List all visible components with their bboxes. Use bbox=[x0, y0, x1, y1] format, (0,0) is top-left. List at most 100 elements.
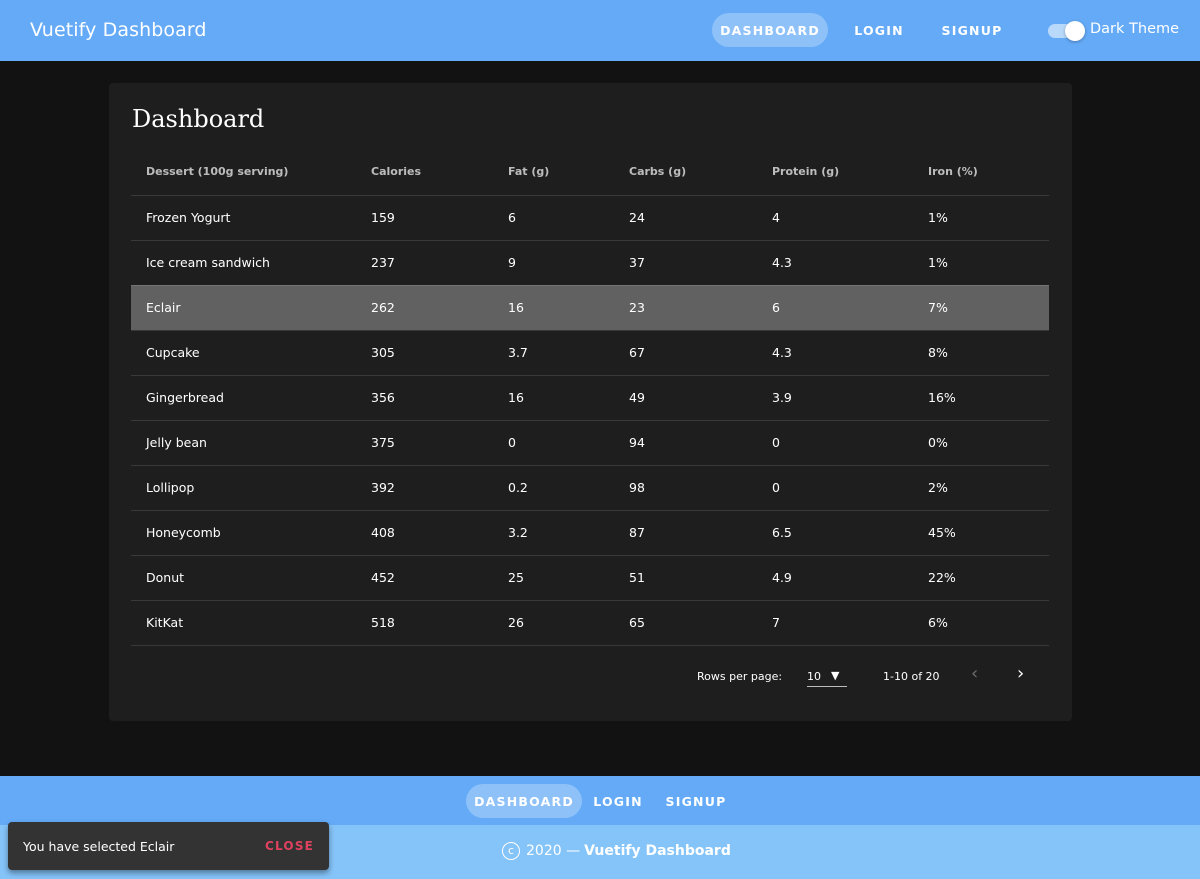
snackbar-message: You have selected Eclair bbox=[23, 839, 175, 854]
table-cell: KitKat bbox=[131, 600, 371, 646]
table-cell: 67 bbox=[629, 330, 772, 376]
table-cell: 0.2 bbox=[508, 465, 629, 511]
table-cell: 7% bbox=[928, 285, 1049, 331]
footer-signup-button[interactable]: SIGNUP bbox=[660, 784, 732, 818]
table-cell: Lollipop bbox=[131, 465, 371, 511]
table-row[interactable]: Jelly bean 375 0 94 0 0% bbox=[131, 420, 1049, 466]
table-row[interactable]: Eclair 262 16 23 6 7% bbox=[131, 285, 1049, 331]
footer-nav: DASHBOARD LOGIN SIGNUP bbox=[0, 776, 1200, 825]
footer-login-button[interactable]: LOGIN bbox=[588, 784, 648, 818]
table-cell: 4.9 bbox=[772, 555, 928, 601]
caret-down-icon: ▼ bbox=[831, 669, 840, 682]
table-cell: 6 bbox=[508, 195, 629, 241]
table-cell: 3.7 bbox=[508, 330, 629, 376]
table-footer: Rows per page: 10 ▼ 1-10 of 20 ‹ › bbox=[131, 649, 1049, 698]
header-dessert[interactable]: Dessert (100g serving) bbox=[131, 149, 371, 196]
table-cell: 9 bbox=[508, 240, 629, 286]
header-calories[interactable]: Calories bbox=[371, 149, 508, 196]
table-cell: 262 bbox=[371, 285, 508, 331]
table-cell: 37 bbox=[629, 240, 772, 286]
chevron-left-icon[interactable]: ‹ bbox=[971, 663, 978, 684]
table-cell: 4.3 bbox=[772, 240, 928, 286]
table-cell: 45% bbox=[928, 510, 1049, 556]
page-info: 1-10 of 20 bbox=[883, 670, 940, 683]
table-cell: 159 bbox=[371, 195, 508, 241]
page-title: Dashboard bbox=[132, 105, 265, 133]
table-row[interactable]: Gingerbread 356 16 49 3.9 16% bbox=[131, 375, 1049, 421]
table-cell: 0 bbox=[772, 465, 928, 511]
table-cell: 7 bbox=[772, 600, 928, 646]
table-cell: 0% bbox=[928, 420, 1049, 466]
table-header-row: Dessert (100g serving) Calories Fat (g) … bbox=[131, 149, 1049, 196]
table-cell: Donut bbox=[131, 555, 371, 601]
table-cell: 0 bbox=[508, 420, 629, 466]
snackbar: You have selected Eclair CLOSE bbox=[8, 822, 329, 870]
table-cell: 4 bbox=[772, 195, 928, 241]
table-cell: 49 bbox=[629, 375, 772, 421]
table-cell: 3.2 bbox=[508, 510, 629, 556]
copyright-text: c 2020 — Vuetify Dashboard bbox=[502, 842, 731, 860]
dark-theme-label: Dark Theme bbox=[1090, 21, 1180, 37]
header-carbs[interactable]: Carbs (g) bbox=[629, 149, 772, 196]
table-row[interactable]: KitKat 518 26 65 7 6% bbox=[131, 600, 1049, 646]
header-iron[interactable]: Iron (%) bbox=[928, 149, 1049, 196]
table-row[interactable]: Lollipop 392 0.2 98 0 2% bbox=[131, 465, 1049, 511]
table-cell: 16 bbox=[508, 285, 629, 331]
table-cell: 452 bbox=[371, 555, 508, 601]
table-cell: 0 bbox=[772, 420, 928, 466]
table-cell: 2% bbox=[928, 465, 1049, 511]
app-title: Vuetify Dashboard bbox=[30, 19, 207, 41]
header-protein[interactable]: Protein (g) bbox=[772, 149, 928, 196]
table-cell: 51 bbox=[629, 555, 772, 601]
table-row[interactable]: Donut 452 25 51 4.9 22% bbox=[131, 555, 1049, 601]
footer-dashboard-button[interactable]: DASHBOARD bbox=[466, 784, 582, 818]
table-cell: 16 bbox=[508, 375, 629, 421]
app-bar: Vuetify Dashboard DASHBOARD LOGIN SIGNUP… bbox=[0, 0, 1200, 61]
table-cell: Eclair bbox=[131, 285, 371, 331]
table-cell: Jelly bean bbox=[131, 420, 371, 466]
chevron-right-icon[interactable]: › bbox=[1017, 663, 1024, 684]
table-cell: 65 bbox=[629, 600, 772, 646]
table-cell: 1% bbox=[928, 240, 1049, 286]
table-row[interactable]: Cupcake 305 3.7 67 4.3 8% bbox=[131, 330, 1049, 376]
table-cell: 6.5 bbox=[772, 510, 928, 556]
table-cell: 23 bbox=[629, 285, 772, 331]
header-fat[interactable]: Fat (g) bbox=[508, 149, 629, 196]
table-cell: 6% bbox=[928, 600, 1049, 646]
table-cell: Honeycomb bbox=[131, 510, 371, 556]
rows-per-page-label: Rows per page: bbox=[697, 670, 783, 683]
table-cell: 237 bbox=[371, 240, 508, 286]
table-cell: 24 bbox=[629, 195, 772, 241]
table-cell: 8% bbox=[928, 330, 1049, 376]
table-cell: 375 bbox=[371, 420, 508, 466]
copyright-icon: c bbox=[502, 842, 520, 860]
table-cell: 305 bbox=[371, 330, 508, 376]
data-table: Dessert (100g serving) Calories Fat (g) … bbox=[131, 149, 1049, 698]
nav-dashboard-button[interactable]: DASHBOARD bbox=[712, 13, 828, 47]
table-cell: 25 bbox=[508, 555, 629, 601]
table-cell: Frozen Yogurt bbox=[131, 195, 371, 241]
table-row[interactable]: Honeycomb 408 3.2 87 6.5 45% bbox=[131, 510, 1049, 556]
table-cell: 26 bbox=[508, 600, 629, 646]
table-cell: 22% bbox=[928, 555, 1049, 601]
table-cell: 392 bbox=[371, 465, 508, 511]
rows-per-page-select[interactable]: 10 ▼ bbox=[807, 665, 847, 687]
snackbar-close-button[interactable]: CLOSE bbox=[265, 839, 314, 853]
copyright-year: 2020 — bbox=[526, 843, 581, 859]
rows-per-page-value: 10 bbox=[807, 670, 821, 683]
table-cell: 356 bbox=[371, 375, 508, 421]
table-cell: 87 bbox=[629, 510, 772, 556]
table-cell: 1% bbox=[928, 195, 1049, 241]
table-row[interactable]: Ice cream sandwich 237 9 37 4.3 1% bbox=[131, 240, 1049, 286]
table-cell: Gingerbread bbox=[131, 375, 371, 421]
table-cell: 518 bbox=[371, 600, 508, 646]
table-cell: 4.3 bbox=[772, 330, 928, 376]
table-row[interactable]: Frozen Yogurt 159 6 24 4 1% bbox=[131, 195, 1049, 241]
nav-login-button[interactable]: LOGIN bbox=[846, 13, 912, 47]
table-cell: Cupcake bbox=[131, 330, 371, 376]
table-cell: 6 bbox=[772, 285, 928, 331]
dark-theme-switch[interactable] bbox=[1048, 21, 1085, 41]
table-cell: 16% bbox=[928, 375, 1049, 421]
copyright-brand: Vuetify Dashboard bbox=[584, 843, 731, 859]
nav-signup-button[interactable]: SIGNUP bbox=[932, 13, 1012, 47]
